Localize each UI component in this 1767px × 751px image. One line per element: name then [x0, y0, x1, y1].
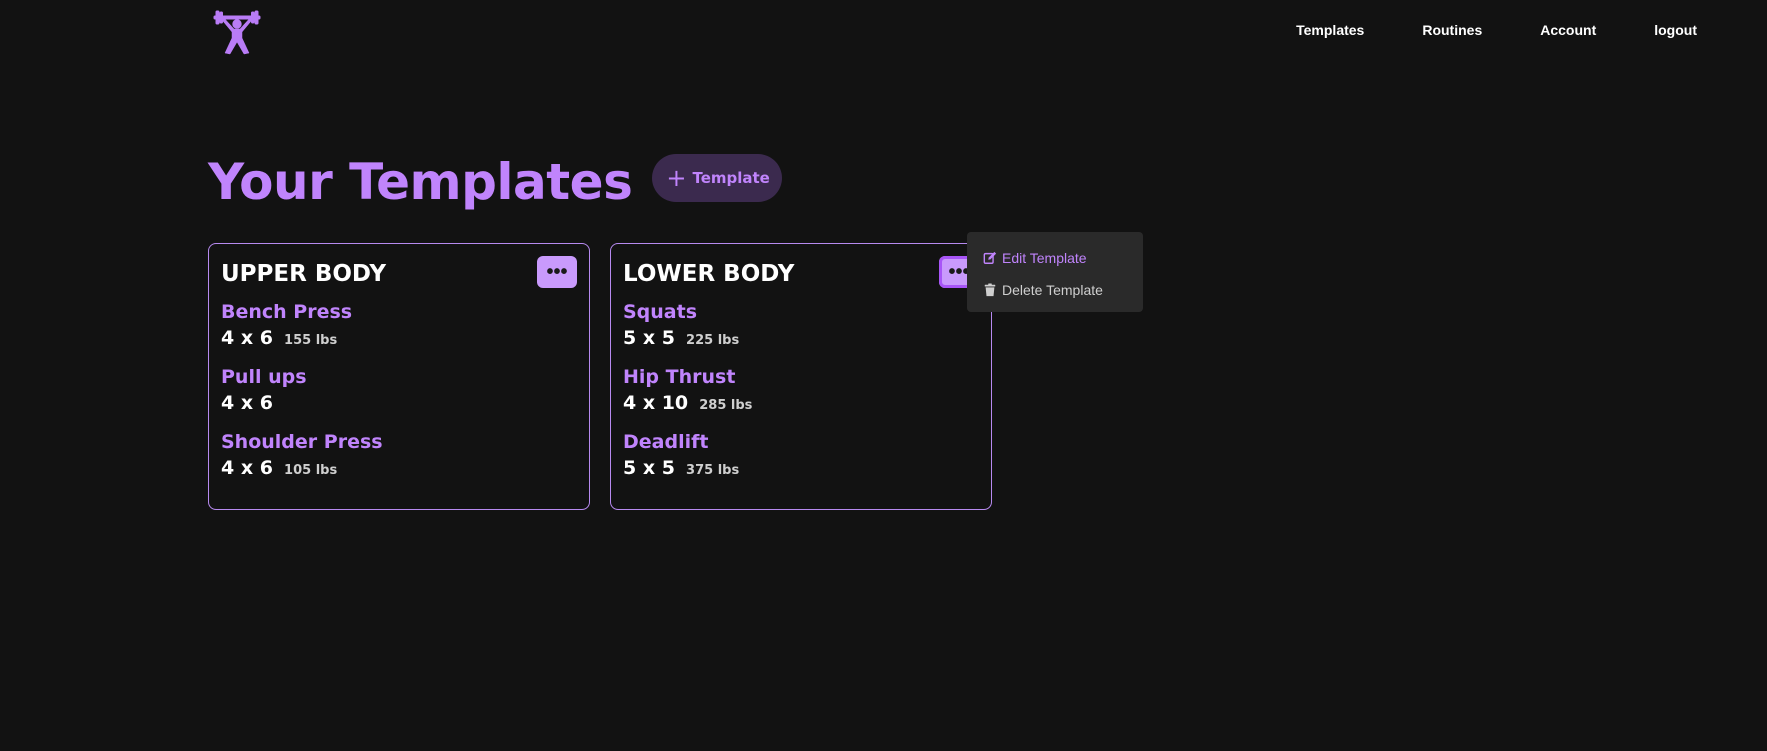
exercise-weight: 375 lbs	[686, 463, 740, 478]
template-card-title: LOWER BODY	[623, 261, 795, 287]
exercise-name: Squats	[623, 301, 698, 323]
delete-template-label: Delete Template	[1002, 282, 1103, 298]
exercise-sets: 4 x 10	[623, 392, 689, 414]
exercise-detail: 4 x 6 155 lbs	[221, 324, 577, 355]
exercise-detail: 5 x 5 375 lbs	[623, 454, 979, 485]
exercise-detail: 4 x 10 285 lbs	[623, 389, 979, 420]
exercise-item: Hip Thrust 4 x 10 285 lbs	[623, 365, 979, 420]
delete-template-menu-item[interactable]: Delete Template	[983, 274, 1127, 306]
exercise-item: Squats 5 x 5 225 lbs	[623, 300, 979, 355]
exercise-name: Pull ups	[221, 366, 307, 388]
card-options-button[interactable]: •••	[537, 256, 577, 288]
template-card-title: UPPER BODY	[221, 261, 386, 287]
exercise-item: Deadlift 5 x 5 375 lbs	[623, 430, 979, 485]
heading-row: Your Templates + Template	[208, 150, 782, 214]
template-cards: UPPER BODY ••• Bench Press 4 x 6 155 lbs…	[208, 243, 992, 510]
edit-icon	[983, 251, 997, 264]
ellipsis-icon: •••	[546, 260, 568, 283]
exercise-sets: 4 x 6	[221, 457, 273, 479]
template-card-upper-body: UPPER BODY ••• Bench Press 4 x 6 155 lbs…	[208, 243, 590, 510]
exercise-sets: 4 x 6	[221, 327, 273, 349]
template-card-lower-body: LOWER BODY ••• Squats 5 x 5 225 lbs Hip …	[610, 243, 992, 510]
exercise-item: Shoulder Press 4 x 6 105 lbs	[221, 430, 577, 485]
exercise-sets: 5 x 5	[623, 327, 675, 349]
exercise-name: Deadlift	[623, 431, 709, 453]
exercise-name: Bench Press	[221, 301, 353, 323]
exercise-sets: 4 x 6	[221, 392, 273, 414]
nav-routines-link[interactable]: Routines	[1422, 22, 1482, 38]
plus-icon: +	[666, 164, 687, 192]
edit-template-label: Edit Template	[1002, 250, 1087, 266]
nav-account-link[interactable]: Account	[1540, 22, 1596, 38]
exercise-weight: 105 lbs	[284, 463, 338, 478]
exercise-detail: 5 x 5 225 lbs	[623, 324, 979, 355]
exercise-weight: 225 lbs	[686, 333, 740, 348]
exercise-name: Shoulder Press	[221, 431, 383, 453]
edit-template-menu-item[interactable]: Edit Template	[983, 242, 1127, 274]
exercise-weight: 285 lbs	[699, 398, 753, 413]
exercise-weight: 155 lbs	[284, 333, 338, 348]
exercise-sets: 5 x 5	[623, 457, 675, 479]
page: Templates Routines Account logout Your T…	[0, 0, 1767, 751]
exercise-name: Hip Thrust	[623, 366, 736, 388]
exercise-item: Pull ups 4 x 6	[221, 365, 577, 420]
add-template-label: Template	[692, 169, 770, 187]
page-title: Your Templates	[208, 153, 633, 211]
nav-templates-link[interactable]: Templates	[1296, 22, 1364, 38]
exercise-detail: 4 x 6	[221, 389, 577, 420]
nav-logout-link[interactable]: logout	[1654, 22, 1697, 38]
template-options-dropdown: Edit Template Delete Template	[967, 232, 1143, 312]
add-template-button[interactable]: + Template	[652, 154, 782, 202]
trash-icon	[984, 283, 996, 297]
exercise-item: Bench Press 4 x 6 155 lbs	[221, 300, 577, 355]
exercise-detail: 4 x 6 105 lbs	[221, 454, 577, 485]
top-nav: Templates Routines Account logout	[1238, 22, 1697, 38]
weightlifter-logo-icon[interactable]	[212, 7, 262, 57]
